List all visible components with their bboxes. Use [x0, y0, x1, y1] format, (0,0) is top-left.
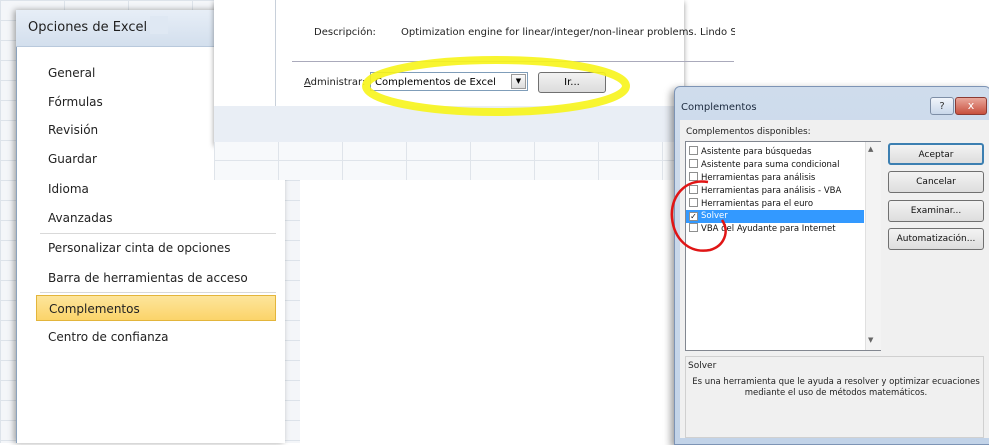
description-text: Optimization engine for linear/integer/n… [401, 27, 735, 38]
browse-button[interactable]: Examinar... [888, 200, 984, 222]
scroll-up-icon[interactable]: ▲ [868, 145, 873, 153]
close-icon[interactable]: x [955, 97, 987, 115]
selected-addin-name: Solver [688, 361, 717, 371]
list-item[interactable]: Asistente para suma condicional [686, 159, 864, 172]
automation-button[interactable]: Automatización... [888, 228, 984, 250]
scroll-down-icon[interactable]: ▼ [868, 336, 873, 344]
complementos-dialog-title: Complementos [681, 102, 757, 113]
panel-divider [275, 0, 276, 106]
listbox-scrollbar[interactable]: ▲ ▼ [865, 142, 881, 350]
nav-item-barra-acceso-rapido[interactable]: Barra de herramientas de acceso rápido [36, 265, 276, 311]
checkbox[interactable] [689, 146, 698, 155]
help-icon[interactable]: ? [930, 97, 954, 115]
checkbox[interactable] [689, 159, 698, 168]
list-item[interactable]: Asistente para búsquedas [686, 146, 864, 159]
spreadsheet-grid-strip [214, 140, 674, 180]
available-addins-label: Complementos disponibles: [686, 127, 811, 137]
titlebar-button[interactable] [150, 16, 168, 34]
description-label: Descripción: [314, 27, 376, 38]
yellow-highlight-annotation [362, 56, 630, 116]
red-circle-annotation [670, 180, 727, 252]
nav-item-complementos[interactable]: Complementos [36, 295, 276, 321]
nav-item-avanzadas[interactable]: Avanzadas [36, 205, 276, 231]
nav-item-personalizar-cinta[interactable]: Personalizar cinta de opciones [36, 235, 276, 261]
excel-options-title: Opciones de Excel [28, 20, 148, 35]
nav-item-centro-confianza[interactable]: Centro de confianza [36, 324, 276, 350]
accept-button[interactable]: Aceptar [888, 143, 984, 165]
cancel-button[interactable]: Cancelar [888, 171, 984, 193]
nav-divider [40, 292, 276, 293]
manage-label: Administrar: [304, 77, 366, 88]
selected-addin-description: Es una herramienta que le ayuda a resolv… [692, 377, 980, 398]
manage-label-rest: dministrar: [310, 77, 366, 88]
nav-divider [40, 233, 276, 234]
